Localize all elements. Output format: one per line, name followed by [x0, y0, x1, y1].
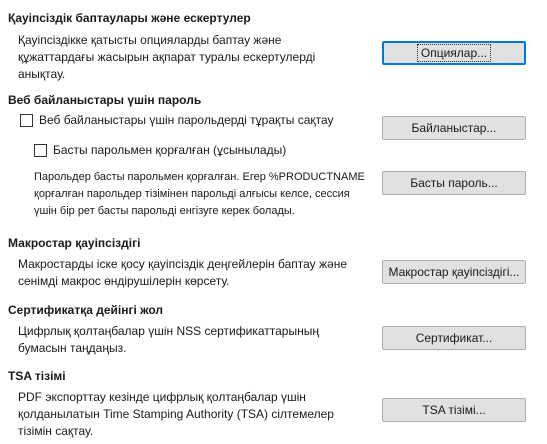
connections-button[interactable]: Байланыстар... — [382, 116, 526, 140]
security-options-description: Қауіпсіздікке қатысты опцияларды баптау … — [18, 33, 316, 81]
master-password-label: Басты парольмен қорғалған (ұсынылады) — [53, 143, 287, 157]
persist-passwords-label: Веб байланыстары үшін парольдерді тұрақт… — [39, 113, 334, 127]
macro-security-description: Макростарды іске қосу қауіпсіздік деңгей… — [18, 257, 347, 288]
certificate-button[interactable]: Сертификат... — [382, 326, 526, 350]
tsa-list-button[interactable]: TSA тізімі... — [382, 398, 526, 422]
macro-security-button[interactable]: Макростар қауіпсіздігі... — [382, 260, 526, 284]
connections-button-label: Байланыстар... — [411, 121, 497, 135]
tsa-list-title: TSA тізімі — [8, 369, 66, 383]
master-password-button[interactable]: Басты пароль... — [382, 171, 526, 195]
persist-passwords-checkbox-box[interactable] — [20, 113, 33, 127]
persist-passwords-checkbox[interactable]: Веб байланыстары үшін парольдерді тұрақт… — [20, 113, 334, 127]
tsa-list-button-label: TSA тізімі... — [422, 403, 486, 417]
master-password-checkbox[interactable]: Басты парольмен қорғалған (ұсынылады) — [34, 143, 286, 157]
options-button-label: Опциялар... — [416, 44, 492, 62]
macro-security-button-label: Макростар қауіпсіздігі... — [388, 265, 520, 279]
master-password-checkbox-box[interactable] — [34, 143, 47, 157]
certificate-path-description: Цифрлық қолтаңбалар үшін NSS сертификатт… — [18, 324, 319, 355]
security-options-title: Қауіпсіздік баптаулары және ескертулер — [8, 11, 251, 25]
web-passwords-title: Веб байланыстары үшін пароль — [8, 93, 202, 107]
certificate-path-title: Сертификатқа дейінгі жол — [8, 303, 163, 317]
macro-security-title: Макростар қауіпсіздігі — [8, 236, 141, 250]
certificate-button-label: Сертификат... — [415, 331, 493, 345]
master-password-description: Парольдер басты парольмен қорғалған. Еге… — [34, 171, 365, 217]
master-password-button-label: Басты пароль... — [410, 176, 498, 190]
options-button[interactable]: Опциялар... — [382, 41, 526, 65]
tsa-list-description: PDF экспорттау кезінде цифрлық қолтаңбал… — [18, 390, 334, 438]
